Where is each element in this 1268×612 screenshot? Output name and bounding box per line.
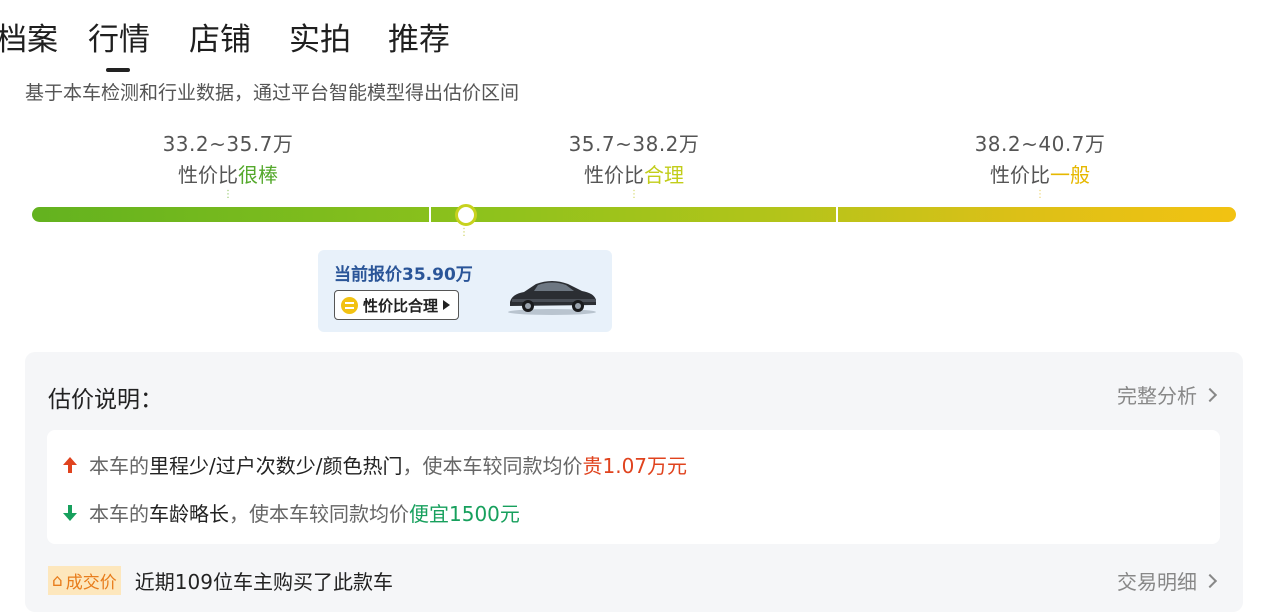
car-image bbox=[508, 281, 596, 315]
transaction-details-link[interactable]: 交易明细 bbox=[1117, 566, 1218, 595]
current-price: 当前报价35.90万 bbox=[334, 265, 473, 285]
price-range-bar bbox=[32, 207, 1236, 222]
range-level: 一般 bbox=[1050, 163, 1090, 187]
active-tab-indicator bbox=[106, 68, 130, 72]
tab-archive[interactable]: 档案 bbox=[0, 14, 58, 59]
arrow-down-icon bbox=[63, 504, 77, 521]
range-great: 33.2~35.7万 性价比很棒 ⋮ bbox=[118, 128, 338, 200]
chevron-right-icon bbox=[1202, 573, 1218, 588]
equal-icon bbox=[341, 296, 358, 314]
valuation-subtitle: 基于本车检测和行业数据，通过平台智能模型得出估价区间 bbox=[25, 82, 520, 104]
reason-result: 贵1.07万元 bbox=[582, 454, 688, 478]
range-average: 38.2~40.7万 性价比一般 ⋮ bbox=[930, 128, 1150, 200]
range-price: 38.2~40.7万 bbox=[974, 132, 1106, 156]
estimate-title: 估价说明： bbox=[48, 387, 163, 413]
range-price: 33.2~35.7万 bbox=[162, 132, 294, 156]
badge-label: 性价比合理 bbox=[363, 296, 439, 315]
deal-tag-label: 成交价 bbox=[65, 573, 117, 593]
tab-market[interactable]: 行情 bbox=[88, 14, 150, 59]
reason-factors: 车龄略长 bbox=[149, 502, 229, 526]
current-price-marker bbox=[455, 204, 477, 226]
reason-row-down: 本车的 车龄略长 ，使本车较同款均价 便宜1500元 bbox=[61, 498, 520, 527]
current-price-card: 当前报价35.90万 性价比合理 bbox=[318, 250, 612, 332]
full-analysis-link[interactable]: 完整分析 bbox=[1117, 380, 1218, 409]
range-dots: ⋮ bbox=[629, 189, 639, 200]
range-fair: 35.7~38.2万 性价比合理 ⋮ bbox=[524, 128, 744, 200]
range-label-prefix: 性价比 bbox=[990, 163, 1050, 187]
deal-text: 近期109位车主购买了此款车 bbox=[134, 570, 393, 594]
tab-store[interactable]: 店铺 bbox=[189, 14, 251, 59]
reason-factors: 里程少/过户次数少/颜色热门 bbox=[149, 454, 403, 478]
estimate-panel: 估价说明： 完整分析 本车的 里程少/过户次数少/颜色热门 ，使本车较同款均价 … bbox=[25, 352, 1243, 612]
deal-price-tag: ⌂ 成交价 bbox=[48, 566, 121, 595]
range-label-prefix: 性价比 bbox=[178, 163, 238, 187]
range-dots: ⋮ bbox=[1035, 189, 1045, 200]
reason-prefix: 本车的 bbox=[89, 502, 149, 526]
chevron-right-icon bbox=[1202, 387, 1218, 402]
range-price: 35.7~38.2万 bbox=[568, 132, 700, 156]
reason-mid: ，使本车较同款均价 bbox=[229, 502, 409, 526]
arrow-up-icon bbox=[63, 456, 77, 473]
tab-photos[interactable]: 实拍 bbox=[289, 14, 351, 59]
range-label: 性价比很棒 bbox=[118, 159, 338, 188]
reason-result: 便宜1500元 bbox=[409, 502, 520, 526]
value-rating-badge[interactable]: 性价比合理 bbox=[334, 290, 460, 320]
bar-divider bbox=[836, 207, 838, 222]
range-label-prefix: 性价比 bbox=[584, 163, 644, 187]
marker-dots: ⋮ bbox=[459, 227, 469, 238]
tab-recommend[interactable]: 推荐 bbox=[388, 14, 450, 59]
range-label: 性价比一般 bbox=[930, 159, 1150, 188]
transaction-details-label: 交易明细 bbox=[1117, 570, 1197, 594]
bar-divider bbox=[429, 207, 431, 222]
range-level: 很棒 bbox=[238, 163, 278, 187]
reason-prefix: 本车的 bbox=[89, 454, 149, 478]
range-level: 合理 bbox=[644, 163, 684, 187]
deal-summary: ⌂ 成交价 近期109位车主购买了此款车 bbox=[48, 566, 393, 595]
range-label: 性价比合理 bbox=[524, 159, 744, 188]
reason-row-up: 本车的 里程少/过户次数少/颜色热门 ，使本车较同款均价 贵1.07万元 bbox=[61, 450, 687, 479]
full-analysis-label: 完整分析 bbox=[1117, 384, 1197, 408]
reasons-list: 本车的 里程少/过户次数少/颜色热门 ，使本车较同款均价 贵1.07万元 本车的… bbox=[47, 430, 1220, 544]
reason-mid: ，使本车较同款均价 bbox=[402, 454, 583, 478]
play-arrow-icon bbox=[443, 300, 451, 310]
range-dots: ⋮ bbox=[223, 189, 233, 200]
